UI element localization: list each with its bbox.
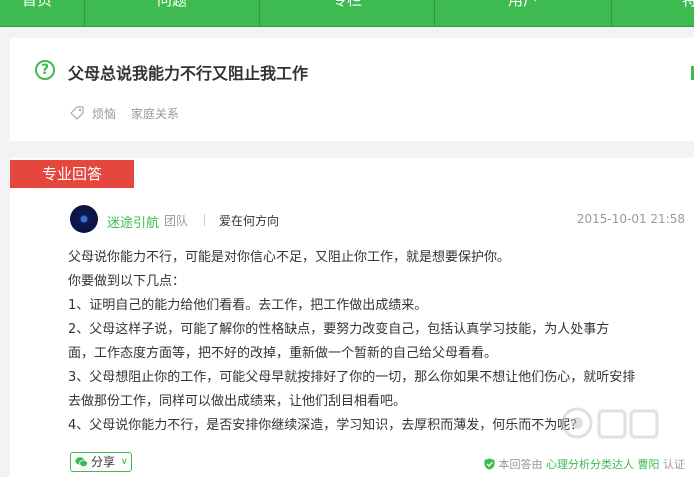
question-card: ? 父母总说我能力不行又阻止我工作 烦恼 家庭关系 — [10, 38, 694, 141]
cert-prefix: 本回答由 — [498, 458, 543, 471]
nav-item-home[interactable]: 首页 — [0, 0, 84, 26]
tag-icon — [70, 106, 84, 120]
shield-check-icon — [484, 458, 495, 470]
share-label: 分享 — [91, 455, 116, 469]
answer-line: 你要做到以下几点： — [68, 274, 186, 289]
professional-answer-badge: 专业回答 — [10, 160, 134, 188]
author-motto: 爱在何方向 — [219, 214, 280, 228]
nav-item-special[interactable]: 特 — [612, 0, 694, 26]
watermark-logo — [561, 407, 659, 439]
tag-link[interactable]: 家庭关系 — [131, 105, 179, 122]
avatar[interactable] — [70, 205, 98, 233]
answer-line: 1、证明自己的能力给他们看看。去工作，把工作做出成绩来。 — [68, 298, 428, 313]
nav-item-users[interactable]: 用户 — [435, 0, 611, 26]
certification-info: 本回答由 心理分析分类达人 曹阳 认证 — [484, 456, 685, 472]
author-name[interactable]: 迷途引航 — [107, 212, 159, 231]
cert-org-link[interactable]: 心理分析分类达人 — [546, 458, 634, 471]
cert-name-link[interactable]: 曹阳 — [638, 458, 660, 471]
cert-suffix: 认证 — [663, 458, 685, 471]
divider — [204, 214, 205, 226]
chevron-down-icon: ∨ — [120, 456, 128, 467]
answer-date: 2015-10-01 21:58 — [576, 212, 685, 226]
nav-item-questions[interactable]: 问题 — [85, 0, 259, 26]
question-mark-icon: ? — [35, 60, 55, 80]
share-button[interactable]: 分享 ∨ — [70, 452, 132, 472]
answer-line: 2、父母这样子说，可能了解你的性格缺点，要努力改变自己，包括认真学习技能，为人处… — [68, 322, 610, 337]
team-label: 团队 — [164, 214, 189, 228]
wechat-icon — [75, 457, 88, 468]
question-title: 父母总说我能力不行又阻止我工作 — [68, 64, 309, 83]
answer-line: 3、父母想阻止你的工作，可能父母早就按排好了你的一切，那么你如果不想让他们伤心，… — [68, 370, 636, 385]
tag-link[interactable]: 烦恼 — [92, 105, 116, 122]
answer-line: 父母说你能力不行，可能是对你信心不足，又阻止你工作，就是想要保护你。 — [68, 250, 511, 265]
nav-item-columns[interactable]: 专栏 — [260, 0, 434, 26]
top-nav: 首页 问题 专栏 用户 特 — [0, 0, 694, 27]
answer-line: 面，工作态度方面等，把不好的改掉，重新做一个暂新的自己给父母看看。 — [68, 346, 498, 361]
